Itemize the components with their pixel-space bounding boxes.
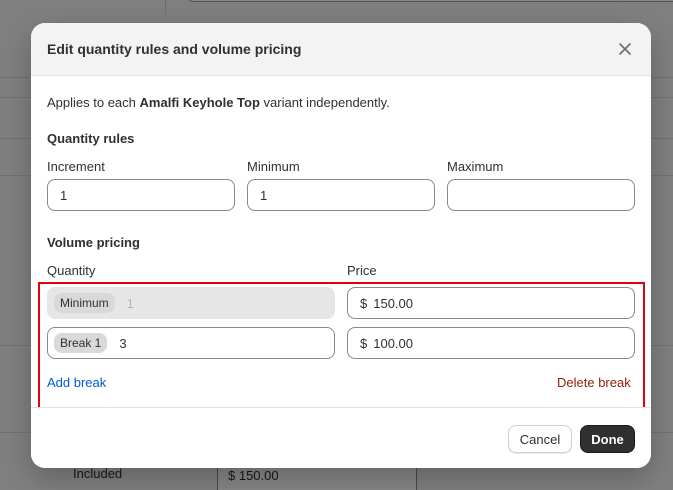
minimum-chip: Minimum — [54, 293, 115, 313]
currency-prefix: $ — [360, 335, 368, 351]
increment-label: Increment — [47, 159, 105, 174]
delete-break-link[interactable]: Delete break — [557, 375, 631, 390]
edit-quantity-rules-modal: Edit quantity rules and volume pricing A… — [31, 23, 651, 468]
increment-value: 1 — [60, 187, 68, 203]
break-1-quantity-value: 3 — [119, 335, 127, 351]
break-1-price-value: 100.00 — [373, 335, 413, 351]
product-name: Amalfi Keyhole Top — [139, 95, 260, 110]
modal-footer: Cancel Done — [31, 407, 651, 468]
minimum-quantity-value: 1 — [126, 295, 134, 311]
minimum-price-value: 150.00 — [373, 295, 413, 311]
break-1-chip: Break 1 — [54, 333, 108, 353]
price-column-header: Price — [347, 263, 377, 278]
increment-input[interactable]: 1 — [47, 179, 235, 211]
minimum-input[interactable]: 1 — [247, 179, 435, 211]
close-icon — [619, 43, 631, 55]
quantity-column-header: Quantity — [47, 263, 96, 278]
minimum-value: 1 — [260, 187, 268, 203]
minimum-label: Minimum — [247, 159, 300, 174]
currency-prefix: $ — [360, 295, 368, 311]
done-button[interactable]: Done — [580, 425, 635, 453]
modal-header: Edit quantity rules and volume pricing — [31, 23, 651, 76]
applies-suffix: variant independently. — [263, 95, 390, 110]
applies-prefix: Applies to each — [47, 95, 136, 110]
maximum-input[interactable] — [447, 179, 635, 211]
add-break-link[interactable]: Add break — [47, 375, 106, 390]
cancel-button[interactable]: Cancel — [508, 425, 572, 453]
modal-title: Edit quantity rules and volume pricing — [47, 41, 302, 57]
break-1-quantity-input[interactable]: Break 1 3 — [47, 327, 335, 359]
break-1-price-input[interactable]: $ 100.00 — [347, 327, 635, 359]
quantity-rules-heading: Quantity rules — [47, 131, 135, 146]
volume-pricing-heading: Volume pricing — [47, 235, 140, 250]
minimum-quantity-field: Minimum 1 — [47, 287, 335, 319]
close-button[interactable] — [613, 37, 637, 61]
maximum-label: Maximum — [447, 159, 504, 174]
applies-text: Applies to each Amalfi Keyhole Top varia… — [47, 95, 390, 110]
minimum-price-input[interactable]: $ 150.00 — [347, 287, 635, 319]
